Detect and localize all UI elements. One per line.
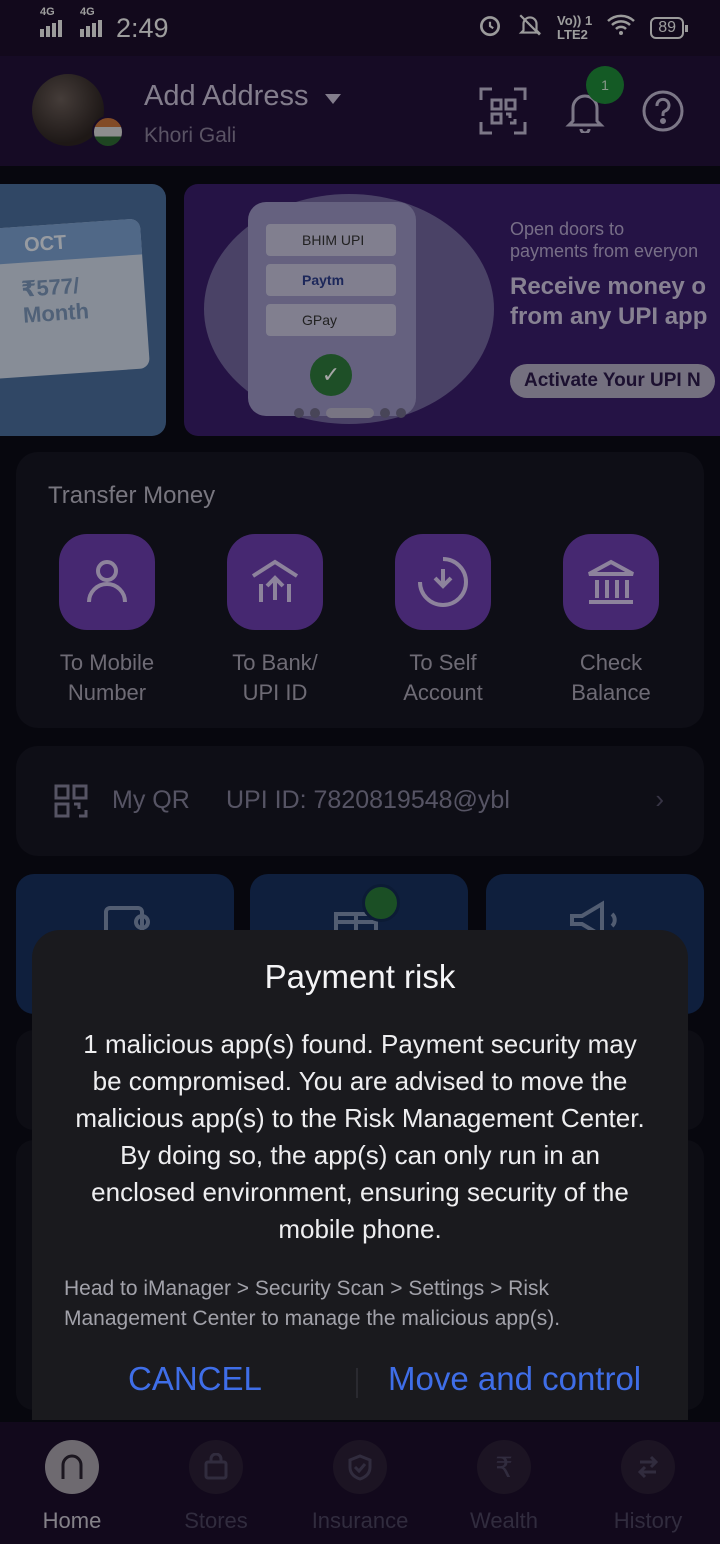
button-divider (356, 1368, 358, 1398)
move-and-control-button[interactable]: Move and control (388, 1360, 641, 1398)
payment-risk-dialog: Payment risk 1 malicious app(s) found. P… (32, 930, 688, 1420)
dialog-body: 1 malicious app(s) found. Payment securi… (75, 1029, 645, 1244)
dialog-title: Payment risk (264, 958, 456, 995)
cancel-button[interactable]: CANCEL (128, 1360, 262, 1398)
dialog-hint: Head to iManager > Security Scan > Setti… (64, 1277, 561, 1330)
